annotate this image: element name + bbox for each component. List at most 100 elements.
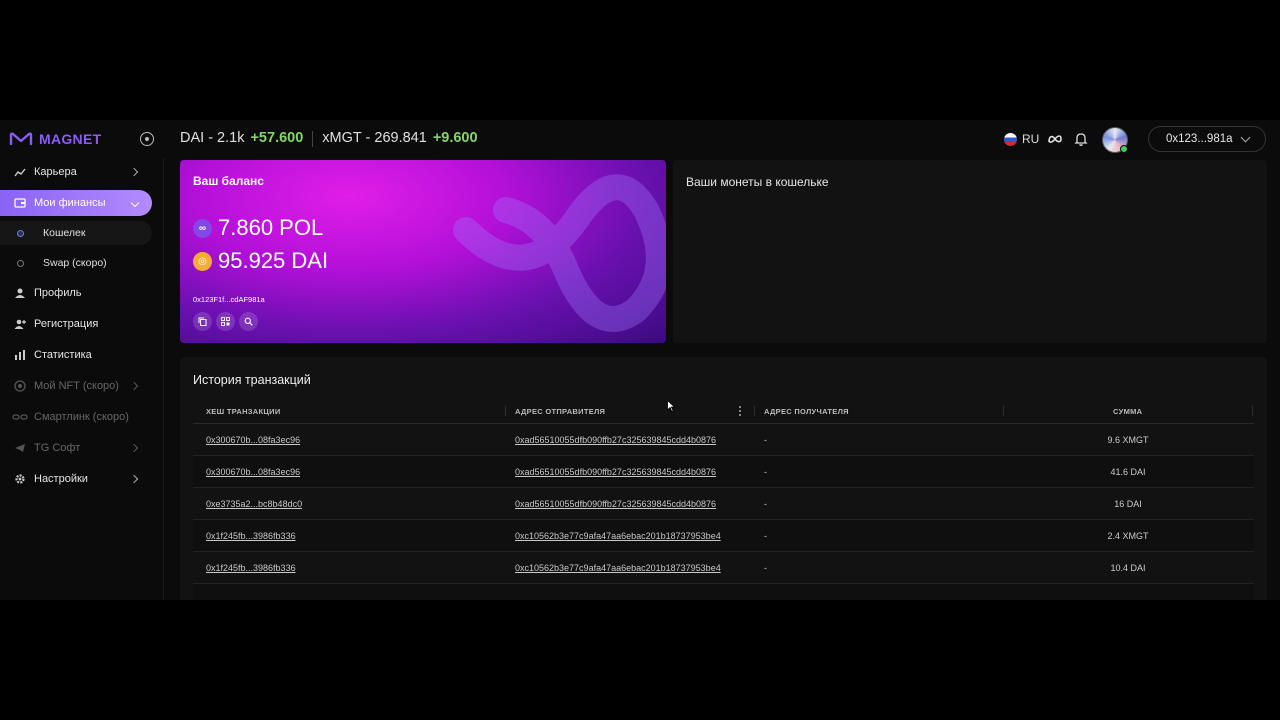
tx-hash-link[interactable]: 0x1f245fb...3986fb336: [206, 531, 296, 541]
column-header-hash[interactable]: Хеш транзакции: [206, 407, 281, 416]
table-row: 0xe3735a2...bc8b48dc0 0xad56510055dfb090…: [193, 488, 1254, 520]
sender-address-link[interactable]: 0xad56510055dfb090ffb27c325639845cdd4b08…: [515, 435, 716, 445]
pol-balance: 7.860 POL: [218, 215, 324, 240]
transactions-panel: История транзакций Хеш транзакции Адрес …: [180, 357, 1267, 600]
ticker-divider: [312, 131, 314, 147]
sidebar-item-label: TG Софт: [34, 442, 81, 454]
tx-hash-link[interactable]: 0x1f245fb...3986fb336: [206, 563, 296, 573]
tx-amount: 10.4 DAI: [1110, 563, 1146, 573]
wallet-address-button[interactable]: 0x123...981a: [1148, 126, 1266, 152]
meta-icon[interactable]: [1047, 131, 1063, 147]
polygon-icon: ∞: [193, 218, 212, 238]
table-row: 0x300670b...08fa3ec96 0xad56510055dfb090…: [193, 456, 1254, 488]
telegram-icon: [15, 444, 25, 452]
sidebar-item-label: Регистрация: [34, 318, 99, 330]
price-ticker: DAI - 2.1k +57.600 xMGT - 269.841 +9.600: [180, 130, 478, 147]
column-menu-icon[interactable]: [739, 406, 741, 416]
bar-chart-icon: [15, 350, 25, 360]
online-status-dot: [1120, 145, 1128, 153]
sender-address-link[interactable]: 0xad56510055dfb090ffb27c325639845cdd4b08…: [515, 467, 716, 477]
tx-amount: 2.4 XMGT: [1107, 531, 1149, 541]
user-avatar[interactable]: [1102, 127, 1128, 153]
card-actions: [193, 312, 258, 331]
qr-code-icon[interactable]: [216, 312, 235, 331]
chevron-right-icon: [129, 474, 139, 484]
column-header-recipient[interactable]: Адрес получателя: [764, 407, 849, 416]
radio-dot-icon: [17, 259, 24, 267]
link-icon: [12, 414, 28, 420]
recipient-address: -: [764, 467, 767, 477]
xmgt-price: xMGT - 269.841: [322, 130, 427, 146]
sidebar-item-tg-soft[interactable]: TG Софт: [0, 435, 152, 461]
gear-icon: [15, 474, 25, 484]
sidebar-subitem-label: Кошелек: [43, 227, 86, 239]
sidebar-item-label: Профиль: [34, 287, 82, 299]
wallet-icon: [14, 198, 26, 208]
copy-icon[interactable]: [193, 312, 212, 331]
language-selector[interactable]: RU: [1004, 132, 1039, 146]
balance-title: Ваш баланс: [193, 174, 264, 188]
table-row-partial: [193, 584, 1254, 600]
user-add-icon: [14, 319, 26, 329]
sidebar-subitem-swap[interactable]: Swap (скоро): [0, 251, 152, 275]
search-icon[interactable]: [239, 312, 258, 331]
xmgt-change: +9.600: [432, 130, 478, 146]
sidebar-subitem-wallet[interactable]: Кошелек: [0, 221, 152, 245]
sidebar-item-nft[interactable]: Мой NFT (скоро): [0, 373, 152, 399]
dai-price: DAI - 2.1k: [180, 130, 245, 146]
magnet-logo-icon: [9, 132, 33, 146]
sidebar-item-label: Мои финансы: [34, 197, 106, 209]
sidebar-item-settings[interactable]: Настройки: [0, 466, 152, 492]
column-divider[interactable]: [505, 406, 506, 416]
brand-name: MAGNET: [39, 131, 102, 147]
logo[interactable]: MAGNET: [9, 129, 101, 149]
mouse-cursor-icon: [667, 400, 675, 412]
table-header: Хеш транзакции Адрес отправителя Адрес п…: [193, 398, 1254, 424]
transactions-title: История транзакций: [193, 373, 311, 387]
dai-balance-row: ◎ 95.925 DAI: [193, 248, 328, 274]
russia-flag-icon: [1004, 132, 1017, 146]
tx-amount: 41.6 DAI: [1110, 467, 1146, 477]
chevron-right-icon: [129, 167, 139, 177]
sidebar: Карьера Мои финансы Кошелек Swap (скоро)…: [0, 158, 164, 600]
sender-address-link[interactable]: 0xad56510055dfb090ffb27c325639845cdd4b08…: [515, 499, 716, 509]
sidebar-item-label: Настройки: [34, 473, 88, 485]
sidebar-item-smartlink[interactable]: Смартлинк (скоро): [0, 404, 152, 430]
table-row: 0x1f245fb...3986fb336 0xc10562b3e77c9afa…: [193, 520, 1254, 552]
sidebar-item-profile[interactable]: Профиль: [0, 280, 152, 306]
user-icon: [15, 288, 25, 298]
wallet-coins-panel: Ваши монеты в кошельке: [673, 160, 1267, 343]
tx-hash-link[interactable]: 0x300670b...08fa3ec96: [206, 467, 300, 477]
table-row: 0x300670b...08fa3ec96 0xad56510055dfb090…: [193, 424, 1254, 456]
column-divider[interactable]: [754, 406, 755, 416]
tx-hash-link[interactable]: 0x300670b...08fa3ec96: [206, 435, 300, 445]
pol-balance-row: ∞ 7.860 POL: [193, 215, 323, 241]
sidebar-item-label: Смартлинк (скоро): [34, 411, 129, 423]
dai-balance: 95.925 DAI: [218, 248, 329, 273]
tx-amount: 16 DAI: [1114, 499, 1142, 509]
sidebar-item-career[interactable]: Карьера: [0, 159, 152, 185]
chevron-right-icon: [129, 381, 139, 391]
sidebar-item-statistics[interactable]: Статистика: [0, 342, 152, 368]
sidebar-item-finances[interactable]: Мои финансы: [0, 190, 152, 216]
dai-icon: ◎: [193, 251, 212, 271]
wallet-address: 0x123...981a: [1166, 133, 1233, 145]
table-row: 0x1f245fb...3986fb336 0xc10562b3e77c9afa…: [193, 552, 1254, 584]
tx-hash-link[interactable]: 0xe3735a2...bc8b48dc0: [206, 499, 302, 509]
sidebar-item-label: Статистика: [34, 349, 92, 361]
chart-up-icon: [14, 168, 26, 177]
top-bar: MAGNET DAI - 2.1k +57.600 xMGT - 269.841…: [0, 120, 1280, 158]
sender-address-link[interactable]: 0xc10562b3e77c9afa47aa6ebac201b18737953b…: [515, 563, 721, 573]
recipient-address: -: [764, 499, 767, 509]
sidebar-item-registration[interactable]: Регистрация: [0, 311, 152, 337]
balance-card: Ваш баланс ∞ 7.860 POL ◎ 95.925 DAI 0x12…: [180, 160, 666, 343]
sender-address-link[interactable]: 0xc10562b3e77c9afa47aa6ebac201b18737953b…: [515, 531, 721, 541]
sidebar-subitem-label: Swap (скоро): [43, 257, 107, 269]
bell-icon[interactable]: [1073, 131, 1089, 147]
sidebar-toggle-icon[interactable]: [140, 132, 154, 146]
sidebar-item-label: Карьера: [34, 166, 77, 178]
column-header-amount[interactable]: Сумма: [1113, 407, 1142, 416]
column-divider[interactable]: [1252, 406, 1253, 416]
column-header-sender[interactable]: Адрес отправителя: [515, 407, 605, 416]
column-divider[interactable]: [1003, 406, 1004, 416]
